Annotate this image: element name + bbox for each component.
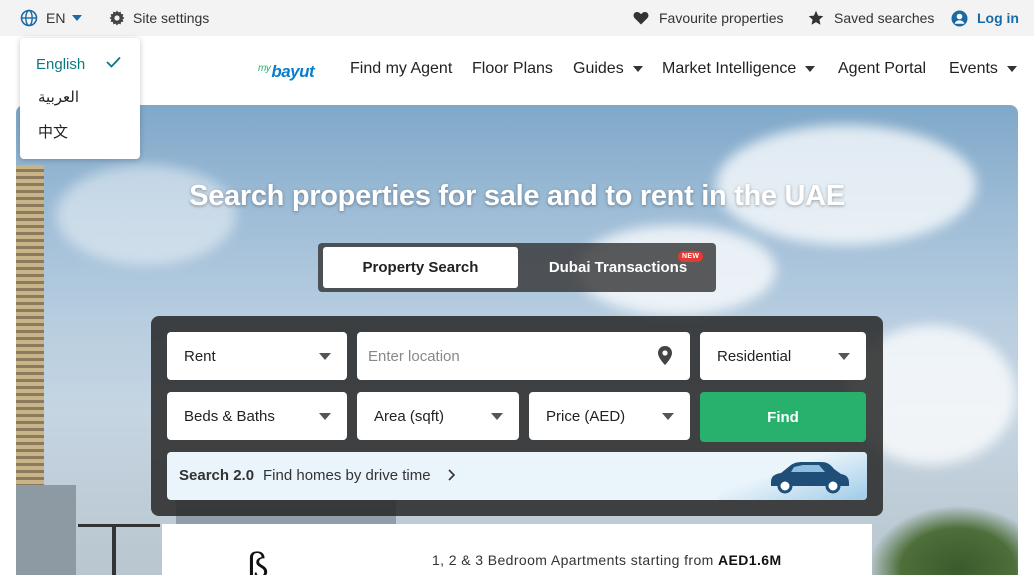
star-icon bbox=[808, 10, 824, 25]
chevron-down-icon bbox=[838, 353, 850, 360]
search-panel: Rent Enter location Residential Beds & B… bbox=[151, 316, 883, 516]
caret-down-icon bbox=[632, 66, 643, 72]
search-2-text: Find homes by drive time bbox=[263, 467, 431, 484]
nav-guides[interactable]: Guides bbox=[573, 60, 643, 78]
language-menu: English العربية 中文 bbox=[20, 38, 140, 159]
developer-logo: ß bbox=[246, 546, 269, 575]
promo-text: 1, 2 & 3 Bedroom Apartments starting fro… bbox=[432, 552, 782, 568]
area-value: Area (sqft) bbox=[374, 407, 445, 425]
caret-down-icon bbox=[805, 66, 816, 72]
streetlight-image bbox=[78, 524, 160, 527]
chevron-down-icon bbox=[491, 413, 503, 420]
language-option-arabic[interactable]: العربية bbox=[38, 88, 79, 106]
chevron-down-icon bbox=[662, 413, 674, 420]
saved-searches-link[interactable]: Saved searches bbox=[808, 0, 934, 36]
chevron-right-icon bbox=[448, 469, 455, 481]
promo-banner[interactable]: ß 1, 2 & 3 Bedroom Apartments starting f… bbox=[162, 524, 872, 575]
language-option-english[interactable]: English bbox=[36, 56, 85, 73]
hero-section: Search properties for sale and to rent i… bbox=[16, 105, 1018, 575]
favourites-label: Favourite properties bbox=[659, 10, 784, 26]
search-2-title: Search 2.0 bbox=[179, 467, 255, 484]
building-image bbox=[16, 485, 76, 575]
user-circle-icon bbox=[951, 10, 968, 26]
nav-label: Find my Agent bbox=[350, 60, 453, 77]
nav-floor-plans[interactable]: Floor Plans bbox=[472, 60, 553, 78]
language-selector[interactable]: EN bbox=[20, 0, 83, 36]
caret-down-icon bbox=[72, 15, 83, 21]
search-tabs: Property Search Dubai Transactions NEW bbox=[318, 243, 716, 292]
purpose-select[interactable]: Rent bbox=[167, 332, 347, 380]
new-badge: NEW bbox=[678, 251, 704, 262]
mybayut-name: bayut bbox=[271, 62, 315, 81]
location-pin-icon bbox=[658, 346, 672, 365]
nav-label: Guides bbox=[573, 60, 624, 77]
site-settings-label: Site settings bbox=[133, 10, 210, 26]
nav-label: Agent Portal bbox=[838, 60, 927, 77]
nav-label: Events bbox=[949, 60, 998, 77]
car-icon bbox=[771, 462, 849, 494]
promo-description: 1, 2 & 3 Bedroom Apartments starting fro… bbox=[432, 552, 714, 568]
beds-baths-value: Beds & Baths bbox=[184, 407, 275, 425]
language-option-chinese[interactable]: 中文 bbox=[38, 121, 68, 142]
site-settings-link[interactable]: Site settings bbox=[109, 0, 209, 36]
trees-image bbox=[868, 505, 1018, 575]
nav-agent-portal[interactable]: Agent Portal bbox=[838, 60, 926, 78]
login-link[interactable]: Log in bbox=[951, 0, 1019, 36]
language-code: EN bbox=[46, 10, 66, 26]
find-button[interactable]: Find bbox=[700, 392, 866, 442]
nav-label: Floor Plans bbox=[472, 60, 553, 77]
favourite-properties-link[interactable]: Favourite properties bbox=[633, 0, 784, 36]
price-select[interactable]: Price (AED) bbox=[529, 392, 690, 440]
hero-headline: Search properties for sale and to rent i… bbox=[189, 180, 845, 212]
area-select[interactable]: Area (sqft) bbox=[357, 392, 519, 440]
nav-market-intelligence[interactable]: Market Intelligence bbox=[662, 60, 816, 78]
category-value: Residential bbox=[717, 347, 792, 365]
top-bar: EN Site settings Favourite properties Sa… bbox=[0, 0, 1034, 36]
globe-icon bbox=[20, 9, 38, 27]
location-placeholder: Enter location bbox=[368, 347, 460, 365]
nav-events[interactable]: Events bbox=[949, 60, 1017, 78]
tab-property-search[interactable]: Property Search bbox=[323, 247, 518, 288]
streetlight-image bbox=[112, 525, 116, 575]
price-value: Price (AED) bbox=[546, 407, 626, 425]
checkmark-icon bbox=[106, 56, 121, 68]
category-select[interactable]: Residential bbox=[700, 332, 866, 380]
gear-icon bbox=[109, 10, 125, 26]
heart-icon bbox=[633, 12, 649, 25]
login-label: Log in bbox=[977, 10, 1019, 26]
caret-down-icon bbox=[1006, 66, 1017, 72]
mybayut-logo[interactable]: mybayut bbox=[258, 62, 315, 82]
mybayut-prefix: my bbox=[258, 63, 271, 74]
beds-baths-select[interactable]: Beds & Baths bbox=[167, 392, 347, 440]
nav-find-my-agent[interactable]: Find my Agent bbox=[350, 60, 452, 78]
search-2-banner[interactable]: Search 2.0 Find homes by drive time bbox=[167, 452, 867, 500]
chevron-down-icon bbox=[319, 353, 331, 360]
nav-label: Market Intelligence bbox=[662, 60, 797, 77]
main-nav: : mybayut Find my Agent Floor Plans Guid… bbox=[0, 36, 1034, 106]
chevron-down-icon bbox=[319, 413, 331, 420]
purpose-value: Rent bbox=[184, 347, 216, 365]
location-input[interactable]: Enter location bbox=[357, 332, 690, 380]
saved-searches-label: Saved searches bbox=[834, 10, 935, 26]
promo-price: AED1.6M bbox=[718, 552, 782, 568]
